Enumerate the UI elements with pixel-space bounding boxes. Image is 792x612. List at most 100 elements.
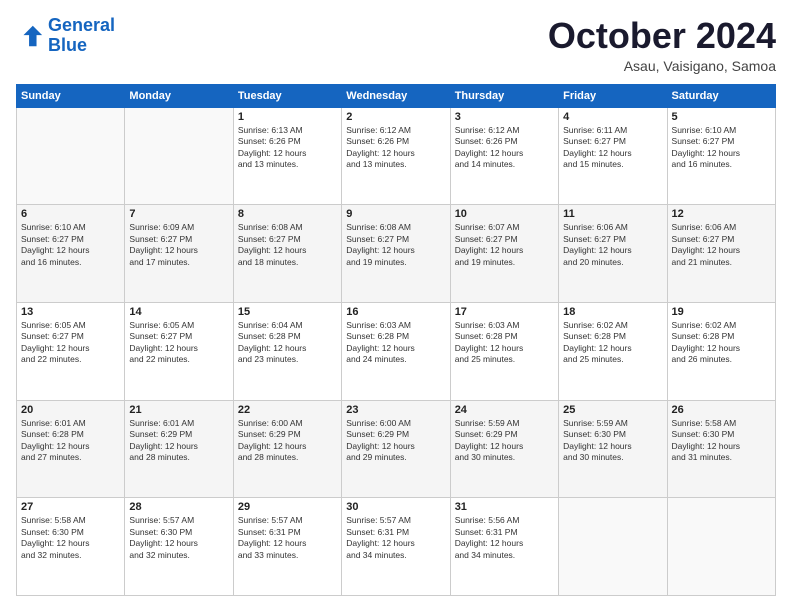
location: Asau, Vaisigano, Samoa <box>548 58 776 74</box>
day-info: Sunrise: 6:00 AM Sunset: 6:29 PM Dayligh… <box>238 418 337 464</box>
calendar-cell: 4Sunrise: 6:11 AM Sunset: 6:27 PM Daylig… <box>559 107 667 205</box>
day-info: Sunrise: 5:57 AM Sunset: 6:30 PM Dayligh… <box>129 515 228 561</box>
day-info: Sunrise: 5:58 AM Sunset: 6:30 PM Dayligh… <box>21 515 120 561</box>
day-number: 13 <box>21 306 120 318</box>
calendar-cell: 5 Sunrise: 6:10 AM Sunset: 6:27 PM Daylig… <box>667 107 775 205</box>
calendar-cell: 9 Sunrise: 6:08 AM Sunset: 6:27 PM Daylig… <box>342 205 450 303</box>
calendar-cell <box>17 107 125 205</box>
day-number: 10 <box>455 208 554 220</box>
calendar-cell: 20Sunrise: 6:01 AM Sunset: 6:28 PM Dayli… <box>17 400 125 498</box>
day-number: 25 <box>563 404 662 416</box>
day-info: Sunrise: 6:06 AM Sunset: 6:27 PM Dayligh… <box>672 222 771 268</box>
day-number: 2 <box>346 111 445 123</box>
day-info: Sunrise: 5:57 AM Sunset: 6:31 PM Dayligh… <box>346 515 445 561</box>
day-number: 11 <box>563 208 662 220</box>
day-number: 26 <box>672 404 771 416</box>
day-number: 30 <box>346 501 445 513</box>
calendar-cell: 30 Sunrise: 5:57 AM Sunset: 6:31 PM Dayli… <box>342 498 450 596</box>
day-info: Sunrise: 5:59 AM Sunset: 6:29 PM Dayligh… <box>455 418 554 464</box>
calendar-cell: 1 Sunrise: 6:13 AM Sunset: 6:26 PM Daylig… <box>233 107 341 205</box>
day-info: Sunrise: 6:10 AM Sunset: 6:27 PM Dayligh… <box>672 125 771 171</box>
day-number: 31 <box>455 501 554 513</box>
day-info: Sunrise: 6:10 AM Sunset: 6:27 PM Dayligh… <box>21 222 120 268</box>
day-number: 5 <box>672 111 771 123</box>
calendar-cell: 29 Sunrise: 5:57 AM Sunset: 6:31 PM Dayli… <box>233 498 341 596</box>
week-row-1: 1 Sunrise: 6:13 AM Sunset: 6:26 PM Daylig… <box>17 107 776 205</box>
day-number: 4 <box>563 111 662 123</box>
day-info: Sunrise: 6:12 AM Sunset: 6:26 PM Dayligh… <box>455 125 554 171</box>
calendar-cell: 16 Sunrise: 6:03 AM Sunset: 6:28 PM Dayli… <box>342 302 450 400</box>
calendar-cell: 31Sunrise: 5:56 AM Sunset: 6:31 PM Dayli… <box>450 498 558 596</box>
calendar-cell: 25 Sunrise: 5:59 AM Sunset: 6:30 PM Dayli… <box>559 400 667 498</box>
day-number: 14 <box>129 306 228 318</box>
day-info: Sunrise: 6:05 AM Sunset: 6:27 PM Dayligh… <box>129 320 228 366</box>
week-row-5: 27Sunrise: 5:58 AM Sunset: 6:30 PM Dayli… <box>17 498 776 596</box>
day-number: 16 <box>346 306 445 318</box>
day-info: Sunrise: 6:08 AM Sunset: 6:27 PM Dayligh… <box>238 222 337 268</box>
day-number: 18 <box>563 306 662 318</box>
calendar-cell: 19 Sunrise: 6:02 AM Sunset: 6:28 PM Dayli… <box>667 302 775 400</box>
calendar-cell: 26Sunrise: 5:58 AM Sunset: 6:30 PM Dayli… <box>667 400 775 498</box>
day-number: 21 <box>129 404 228 416</box>
day-info: Sunrise: 6:09 AM Sunset: 6:27 PM Dayligh… <box>129 222 228 268</box>
calendar-cell: 10 Sunrise: 6:07 AM Sunset: 6:27 PM Dayli… <box>450 205 558 303</box>
col-tuesday: Tuesday <box>233 84 341 107</box>
day-info: Sunrise: 6:05 AM Sunset: 6:27 PM Dayligh… <box>21 320 120 366</box>
day-number: 12 <box>672 208 771 220</box>
day-info: Sunrise: 6:04 AM Sunset: 6:28 PM Dayligh… <box>238 320 337 366</box>
day-number: 24 <box>455 404 554 416</box>
day-number: 1 <box>238 111 337 123</box>
calendar-cell: 7Sunrise: 6:09 AM Sunset: 6:27 PM Daylig… <box>125 205 233 303</box>
col-wednesday: Wednesday <box>342 84 450 107</box>
calendar-cell: 15Sunrise: 6:04 AM Sunset: 6:28 PM Dayli… <box>233 302 341 400</box>
week-row-2: 6 Sunrise: 6:10 AM Sunset: 6:27 PM Daylig… <box>17 205 776 303</box>
calendar-cell: 8 Sunrise: 6:08 AM Sunset: 6:27 PM Daylig… <box>233 205 341 303</box>
day-number: 6 <box>21 208 120 220</box>
day-info: Sunrise: 5:59 AM Sunset: 6:30 PM Dayligh… <box>563 418 662 464</box>
day-number: 8 <box>238 208 337 220</box>
day-number: 3 <box>455 111 554 123</box>
day-info: Sunrise: 6:02 AM Sunset: 6:28 PM Dayligh… <box>672 320 771 366</box>
col-sunday: Sunday <box>17 84 125 107</box>
calendar-cell: 17Sunrise: 6:03 AM Sunset: 6:28 PM Dayli… <box>450 302 558 400</box>
day-info: Sunrise: 6:06 AM Sunset: 6:27 PM Dayligh… <box>563 222 662 268</box>
day-number: 28 <box>129 501 228 513</box>
day-number: 9 <box>346 208 445 220</box>
calendar-cell <box>125 107 233 205</box>
header-row: Sunday Monday Tuesday Wednesday Thursday… <box>17 84 776 107</box>
day-info: Sunrise: 6:00 AM Sunset: 6:29 PM Dayligh… <box>346 418 445 464</box>
calendar-cell: 27Sunrise: 5:58 AM Sunset: 6:30 PM Dayli… <box>17 498 125 596</box>
day-number: 20 <box>21 404 120 416</box>
day-info: Sunrise: 6:07 AM Sunset: 6:27 PM Dayligh… <box>455 222 554 268</box>
calendar-cell: 3 Sunrise: 6:12 AM Sunset: 6:26 PM Daylig… <box>450 107 558 205</box>
header: General Blue October 2024 Asau, Vaisigan… <box>16 16 776 74</box>
logo-line1: General <box>48 15 115 35</box>
title-area: October 2024 Asau, Vaisigano, Samoa <box>548 16 776 74</box>
calendar-cell: 11 Sunrise: 6:06 AM Sunset: 6:27 PM Dayli… <box>559 205 667 303</box>
calendar-cell <box>559 498 667 596</box>
day-info: Sunrise: 6:01 AM Sunset: 6:29 PM Dayligh… <box>129 418 228 464</box>
calendar-cell: 22 Sunrise: 6:00 AM Sunset: 6:29 PM Dayli… <box>233 400 341 498</box>
day-info: Sunrise: 6:08 AM Sunset: 6:27 PM Dayligh… <box>346 222 445 268</box>
logo-icon <box>16 22 44 50</box>
day-number: 29 <box>238 501 337 513</box>
day-info: Sunrise: 6:02 AM Sunset: 6:28 PM Dayligh… <box>563 320 662 366</box>
day-info: Sunrise: 6:03 AM Sunset: 6:28 PM Dayligh… <box>455 320 554 366</box>
day-number: 23 <box>346 404 445 416</box>
day-number: 19 <box>672 306 771 318</box>
calendar-cell: 18 Sunrise: 6:02 AM Sunset: 6:28 PM Dayli… <box>559 302 667 400</box>
day-info: Sunrise: 5:57 AM Sunset: 6:31 PM Dayligh… <box>238 515 337 561</box>
col-thursday: Thursday <box>450 84 558 107</box>
calendar-cell: 23 Sunrise: 6:00 AM Sunset: 6:29 PM Dayli… <box>342 400 450 498</box>
calendar-cell: 13 Sunrise: 6:05 AM Sunset: 6:27 PM Dayli… <box>17 302 125 400</box>
calendar-cell: 14 Sunrise: 6:05 AM Sunset: 6:27 PM Dayli… <box>125 302 233 400</box>
page: General Blue October 2024 Asau, Vaisigan… <box>0 0 792 612</box>
day-info: Sunrise: 6:03 AM Sunset: 6:28 PM Dayligh… <box>346 320 445 366</box>
day-info: Sunrise: 6:13 AM Sunset: 6:26 PM Dayligh… <box>238 125 337 171</box>
col-friday: Friday <box>559 84 667 107</box>
day-number: 22 <box>238 404 337 416</box>
calendar-cell: 6 Sunrise: 6:10 AM Sunset: 6:27 PM Daylig… <box>17 205 125 303</box>
calendar-cell <box>667 498 775 596</box>
col-monday: Monday <box>125 84 233 107</box>
month-title: October 2024 <box>548 16 776 56</box>
